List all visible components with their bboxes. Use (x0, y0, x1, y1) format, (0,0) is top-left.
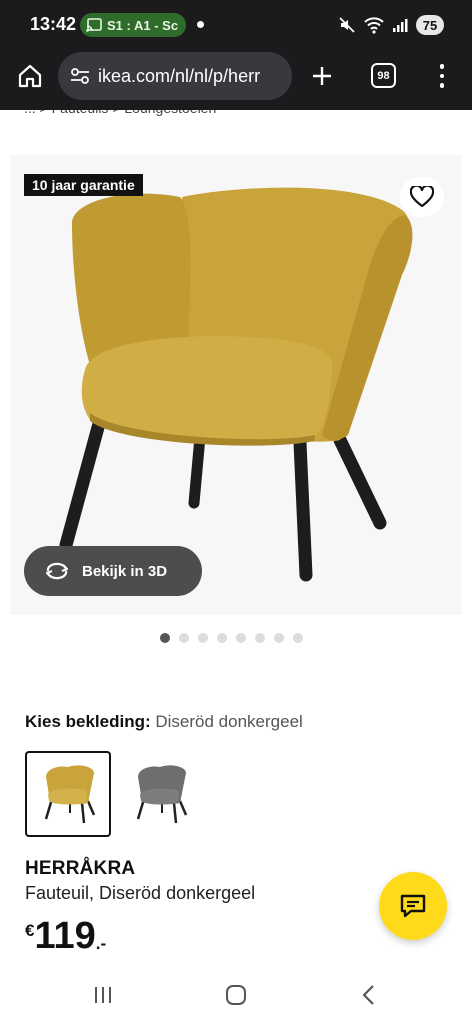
carousel-dot[interactable] (236, 633, 246, 643)
menu-dot (439, 64, 445, 69)
image-carousel-dots (160, 633, 303, 643)
home-icon (18, 64, 42, 88)
system-navigation-bar (0, 966, 472, 1024)
mute-icon (339, 17, 355, 33)
chat-button[interactable] (379, 872, 447, 940)
cover-selected-value: Diseröd donkergeel (155, 712, 303, 731)
view-3d-label: Bekijk in 3D (82, 562, 168, 580)
back-button[interactable] (354, 980, 384, 1010)
notification-dot (197, 21, 204, 28)
product-name: HERRÅKRA (25, 858, 136, 879)
product-description: Fauteuil, Diseröd donkergeel (25, 883, 256, 903)
favourite-button[interactable] (400, 177, 444, 217)
site-settings-icon (71, 68, 89, 84)
browser-menu-button[interactable] (430, 60, 454, 92)
carousel-dot[interactable] (255, 633, 265, 643)
carousel-dot[interactable] (274, 633, 284, 643)
view-3d-button[interactable]: Bekijk in 3D (24, 546, 202, 596)
carousel-dot[interactable] (217, 633, 227, 643)
chat-icon (400, 894, 426, 918)
home-nav-icon (226, 985, 246, 1005)
cast-label: S1 : A1 - Sc (107, 17, 179, 33)
rotate-3d-icon (45, 562, 69, 580)
armchair-thumbnail-yellow (44, 765, 96, 824)
recent-apps-button[interactable] (88, 980, 118, 1010)
address-bar[interactable]: ikea.com/nl/nl/p/herr (58, 52, 292, 100)
home-nav-button[interactable] (221, 980, 251, 1010)
warranty-badge: 10 jaar garantie (24, 174, 143, 196)
cover-selector-label: Kies bekleding: Diseröd donkergeel (25, 712, 303, 732)
status-time: 13:42 (30, 14, 77, 34)
tab-switcher-button[interactable]: 98 (371, 63, 396, 88)
status-icons: 75 (338, 14, 444, 36)
wifi-icon (364, 17, 384, 34)
cast-icon (86, 18, 102, 32)
menu-dot (439, 73, 445, 79)
home-button[interactable] (14, 60, 46, 92)
menu-dot (439, 83, 445, 88)
carousel-dot[interactable] (160, 633, 170, 643)
price-amount: 119 (34, 915, 96, 957)
battery-indicator: 75 (416, 15, 444, 35)
recent-apps-icon (95, 987, 111, 1003)
carousel-dot[interactable] (198, 633, 208, 643)
status-bar: 13:42 S1 : A1 - Sc 75 (0, 0, 472, 50)
back-icon (362, 985, 374, 1005)
carousel-dot[interactable] (293, 633, 303, 643)
price-currency: € (25, 921, 35, 940)
cover-label: Kies bekleding: (25, 712, 151, 731)
signal-icon (393, 19, 408, 32)
armchair-thumbnail-grey (136, 765, 188, 824)
url-text: ikea.com/nl/nl/p/herr (98, 65, 261, 86)
new-tab-button[interactable] (306, 60, 338, 92)
cast-indicator[interactable]: S1 : A1 - Sc (80, 13, 186, 37)
cover-swatch-yellow[interactable] (25, 751, 111, 837)
cover-swatch-grey[interactable] (117, 751, 203, 837)
price-suffix: .- (95, 934, 107, 953)
carousel-dot[interactable] (179, 633, 189, 643)
heart-icon (410, 186, 434, 208)
product-price: € 119 .- (25, 916, 106, 956)
browser-toolbar: ikea.com/nl/nl/p/herr 98 (0, 50, 472, 110)
plus-icon (313, 67, 331, 85)
